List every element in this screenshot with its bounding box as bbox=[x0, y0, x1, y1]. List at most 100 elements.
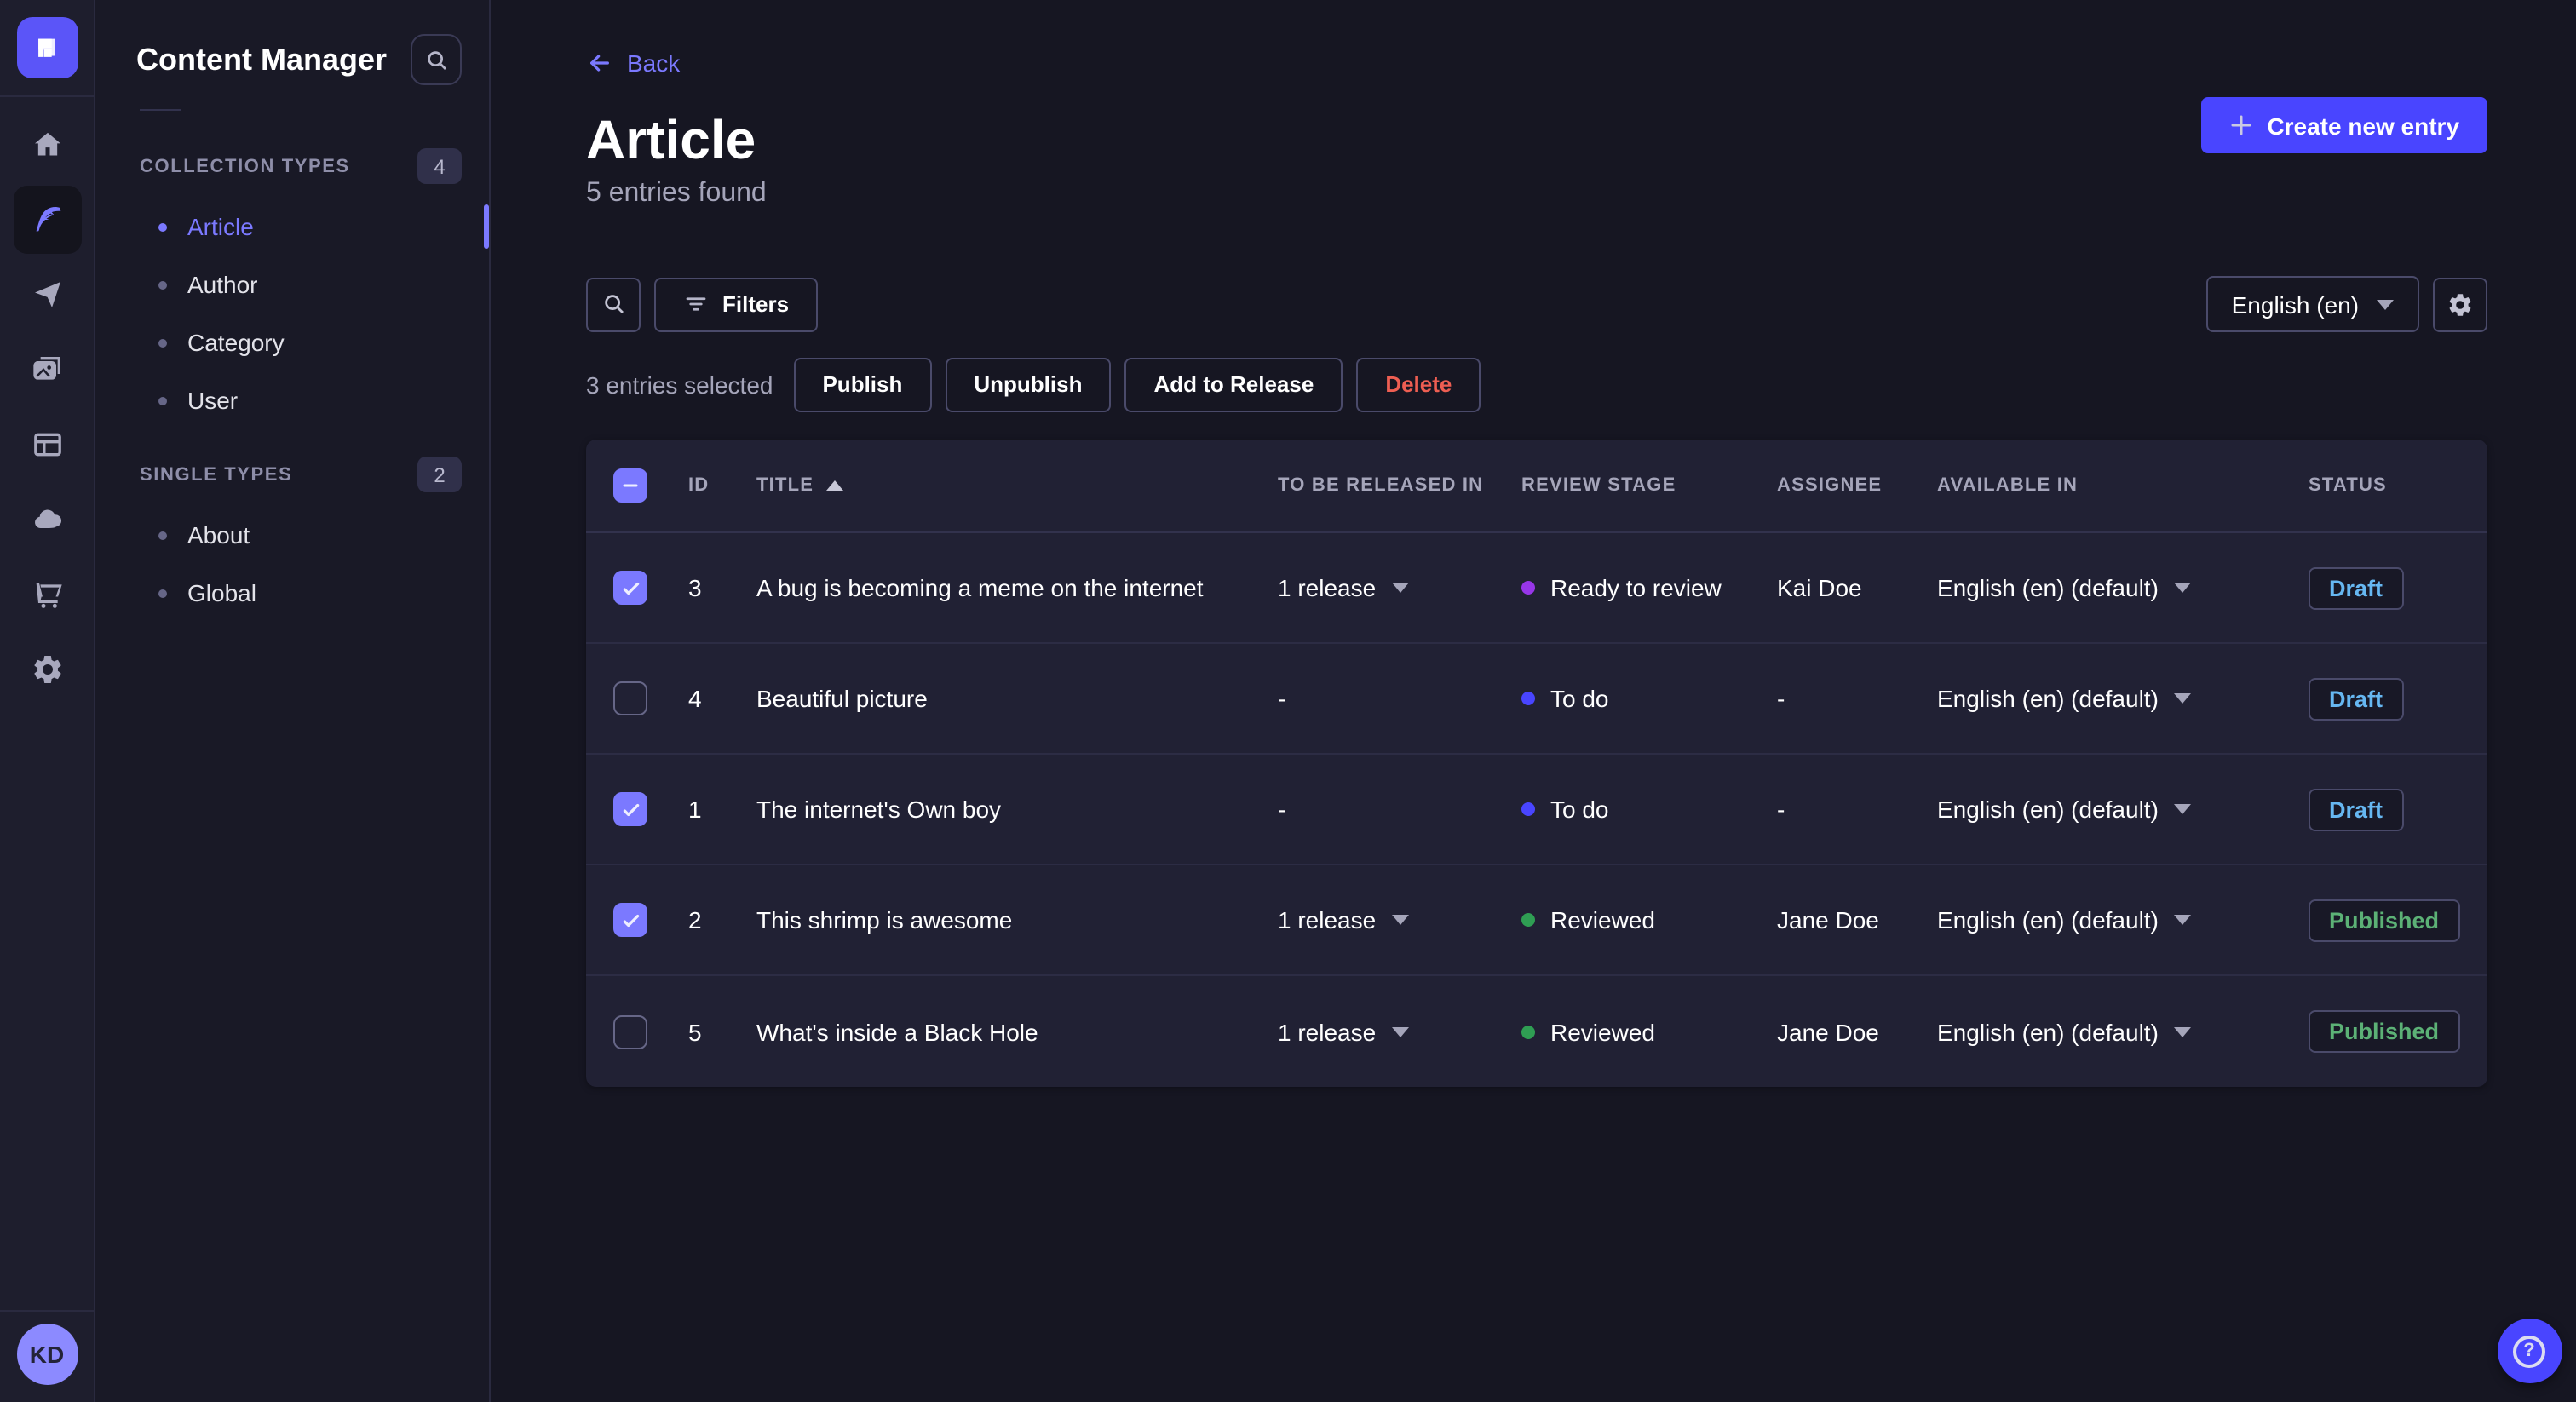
unpublish-button[interactable]: Unpublish bbox=[945, 357, 1112, 411]
content-type-builder-icon[interactable] bbox=[13, 411, 81, 479]
subnav-search-button[interactable] bbox=[411, 34, 462, 85]
chevron-down-icon bbox=[2376, 299, 2394, 309]
table-row[interactable]: 2 This shrimp is awesome 1 release Revie… bbox=[586, 865, 2487, 976]
help-button[interactable]: ? bbox=[2497, 1319, 2562, 1383]
subnav-item-article[interactable]: Article bbox=[95, 198, 489, 256]
cell-review-stage: Ready to review bbox=[1521, 574, 1777, 601]
bullet-icon bbox=[158, 280, 167, 289]
status-badge: Draft bbox=[2309, 788, 2404, 830]
cell-available-in[interactable]: English (en) (default) bbox=[1937, 1018, 2309, 1045]
subnav-item-user[interactable]: User bbox=[95, 371, 489, 429]
sort-ascending-icon bbox=[825, 480, 843, 491]
bullet-icon bbox=[158, 396, 167, 405]
filters-label: Filters bbox=[722, 291, 790, 317]
table-search-button[interactable] bbox=[586, 277, 641, 331]
subnav-item-global[interactable]: Global bbox=[95, 564, 489, 622]
plus-icon bbox=[2230, 115, 2251, 135]
cell-id: 2 bbox=[688, 906, 702, 934]
subnav-item-category[interactable]: Category bbox=[95, 313, 489, 371]
single-types-section: SINGLE TYPES 2 About Global bbox=[95, 443, 489, 622]
column-header-id[interactable]: ID bbox=[688, 475, 756, 496]
active-indicator bbox=[484, 204, 489, 249]
row-checkbox[interactable] bbox=[613, 681, 647, 715]
content-manager-subnav: Content Manager COLLECTION TYPES 4 Artic… bbox=[95, 0, 491, 1402]
row-checkbox[interactable] bbox=[613, 792, 647, 826]
status-badge: Published bbox=[2309, 899, 2460, 941]
subnav-item-label: Author bbox=[187, 271, 258, 298]
home-icon[interactable] bbox=[13, 111, 81, 179]
delete-button[interactable]: Delete bbox=[1356, 357, 1481, 411]
bullet-icon bbox=[158, 338, 167, 347]
cell-released[interactable]: - bbox=[1278, 685, 1521, 712]
cloud-icon[interactable] bbox=[13, 486, 81, 554]
subnav-item-label: About bbox=[187, 521, 250, 549]
row-checkbox[interactable] bbox=[613, 1014, 647, 1049]
locale-caret-icon bbox=[2173, 915, 2191, 925]
bulk-actions-bar: 3 entries selected Publish Unpublish Add… bbox=[586, 356, 2487, 412]
cell-released[interactable]: 1 release bbox=[1278, 1018, 1521, 1045]
cell-status: Draft bbox=[2309, 566, 2459, 609]
subnav-title: Content Manager bbox=[136, 42, 388, 76]
create-new-entry-button[interactable]: Create new entry bbox=[2200, 97, 2487, 153]
bullet-icon bbox=[158, 531, 167, 539]
entries-count: 5 entries found bbox=[586, 179, 767, 208]
table-row[interactable]: 5 What's inside a Black Hole 1 release R… bbox=[586, 976, 2487, 1087]
stage-dot bbox=[1521, 692, 1535, 705]
feather-icon[interactable] bbox=[13, 186, 81, 254]
gear-icon[interactable] bbox=[13, 635, 81, 704]
column-header-review-stage[interactable]: REVIEW STAGE bbox=[1521, 475, 1777, 496]
column-header-status[interactable]: STATUS bbox=[2309, 475, 2459, 496]
cell-review-stage: Reviewed bbox=[1521, 1018, 1777, 1045]
filters-button[interactable]: Filters bbox=[654, 277, 819, 331]
cell-available-in[interactable]: English (en) (default) bbox=[1937, 685, 2309, 712]
cell-title: This shrimp is awesome bbox=[756, 906, 1013, 934]
paper-plane-icon[interactable] bbox=[13, 261, 81, 329]
row-checkbox[interactable] bbox=[613, 571, 647, 605]
table-row[interactable]: 1 The internet's Own boy - To do - Engli… bbox=[586, 755, 2487, 865]
stage-dot bbox=[1521, 802, 1535, 816]
add-to-release-button[interactable]: Add to Release bbox=[1124, 357, 1343, 411]
subnav-item-author[interactable]: Author bbox=[95, 256, 489, 313]
status-badge: Published bbox=[2309, 1010, 2460, 1053]
locale-caret-icon bbox=[2173, 804, 2191, 814]
media-library-icon[interactable] bbox=[13, 336, 81, 404]
cell-released[interactable]: - bbox=[1278, 796, 1521, 823]
cart-icon[interactable] bbox=[13, 560, 81, 629]
subnav-item-label: Global bbox=[187, 579, 256, 606]
select-all-checkbox[interactable] bbox=[613, 468, 647, 503]
locale-value: English (en) bbox=[2231, 290, 2360, 318]
status-badge: Draft bbox=[2309, 677, 2404, 720]
release-caret-icon bbox=[1391, 915, 1409, 925]
publish-button[interactable]: Publish bbox=[793, 357, 932, 411]
cell-title: Beautiful picture bbox=[756, 685, 928, 712]
cell-released[interactable]: 1 release bbox=[1278, 906, 1521, 934]
column-header-released[interactable]: TO BE RELEASED IN bbox=[1278, 475, 1521, 496]
cell-available-in[interactable]: English (en) (default) bbox=[1937, 906, 2309, 934]
cell-available-in[interactable]: English (en) (default) bbox=[1937, 796, 2309, 823]
cell-status: Published bbox=[2309, 899, 2460, 941]
strapi-logo-icon[interactable] bbox=[16, 17, 78, 78]
locale-select[interactable]: English (en) bbox=[2205, 276, 2419, 332]
section-label: SINGLE TYPES bbox=[140, 464, 293, 485]
avatar[interactable]: KD bbox=[16, 1324, 78, 1385]
logo-area bbox=[0, 0, 94, 97]
column-header-assignee[interactable]: ASSIGNEE bbox=[1777, 475, 1937, 496]
column-header-available-in[interactable]: AVAILABLE IN bbox=[1937, 475, 2309, 496]
rail-footer: KD bbox=[0, 1310, 94, 1402]
bullet-icon bbox=[158, 589, 167, 597]
rail-icon-list bbox=[13, 111, 81, 1310]
column-header-title[interactable]: TITLE bbox=[756, 475, 1278, 496]
cell-assignee: - bbox=[1777, 796, 1785, 823]
view-settings-button[interactable] bbox=[2432, 277, 2487, 331]
cell-status: Draft bbox=[2309, 677, 2459, 720]
cell-assignee: Jane Doe bbox=[1777, 906, 1879, 934]
table-row[interactable]: 4 Beautiful picture - To do - English (e… bbox=[586, 644, 2487, 755]
cell-released[interactable]: 1 release bbox=[1278, 574, 1521, 601]
row-checkbox[interactable] bbox=[613, 903, 647, 937]
back-link[interactable]: Back bbox=[586, 46, 680, 80]
cell-assignee: Kai Doe bbox=[1777, 574, 1862, 601]
cell-status: Published bbox=[2309, 1010, 2460, 1053]
table-row[interactable]: 3 A bug is becoming a meme on the intern… bbox=[586, 533, 2487, 644]
subnav-item-about[interactable]: About bbox=[95, 506, 489, 564]
cell-available-in[interactable]: English (en) (default) bbox=[1937, 574, 2309, 601]
